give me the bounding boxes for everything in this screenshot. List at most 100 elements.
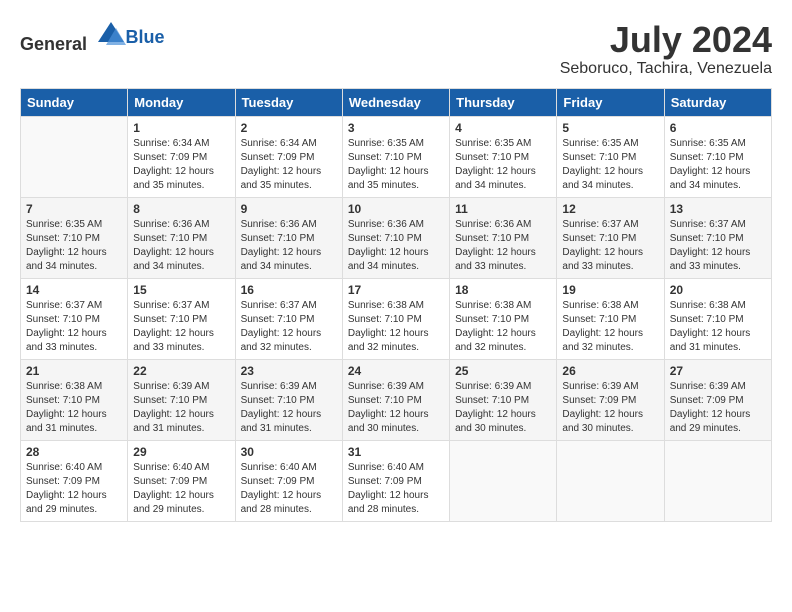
- day-number: 16: [241, 283, 337, 297]
- calendar-cell: 29 Sunrise: 6:40 AM Sunset: 7:09 PM Dayli…: [128, 440, 235, 521]
- calendar-cell: 19Sunrise: 6:38 AM Sunset: 7:10 PM Dayli…: [557, 278, 664, 359]
- calendar-cell: [450, 440, 557, 521]
- calendar-cell: 2Sunrise: 6:34 AM Sunset: 7:09 PM Daylig…: [235, 116, 342, 197]
- day-info: Sunrise: 6:40 AM Sunset: 7:09 PM Dayligh…: [26, 461, 122, 517]
- day-info: Sunrise: 6:39 AM Sunset: 7:10 PM Dayligh…: [133, 380, 229, 436]
- header-cell-sunday: Sunday: [21, 88, 128, 116]
- day-number: 12: [562, 202, 658, 216]
- day-info: Sunrise: 6:39 AM Sunset: 7:09 PM Dayligh…: [670, 380, 766, 436]
- day-number: 13: [670, 202, 766, 216]
- calendar-cell: 10 Sunrise: 6:36 AM Sunset: 7:10 PM Dayli…: [342, 197, 449, 278]
- day-info: Sunrise: 6:40 AM Sunset: 7:09 PM Dayligh…: [133, 461, 229, 517]
- day-number: 20: [670, 283, 766, 297]
- day-info: Sunrise: 6:37 AM Sunset: 7:10 PM Dayligh…: [241, 299, 337, 355]
- day-info: Sunrise: 6:38 AM Sunset: 7:10 PM Dayligh…: [562, 299, 658, 355]
- day-info: Sunrise: 6:35 AM Sunset: 7:10 PM Dayligh…: [455, 137, 551, 193]
- day-info: Sunrise: 6:39 AM Sunset: 7:10 PM Dayligh…: [348, 380, 444, 436]
- header-cell-thursday: Thursday: [450, 88, 557, 116]
- calendar-week-2: 7 Sunrise: 6:35 AM Sunset: 7:10 PM Daylig…: [21, 197, 772, 278]
- calendar-cell: 4 Sunrise: 6:35 AM Sunset: 7:10 PM Daylig…: [450, 116, 557, 197]
- logo-general: General: [20, 34, 87, 54]
- day-info: Sunrise: 6:38 AM Sunset: 7:10 PM Dayligh…: [455, 299, 551, 355]
- day-number: 23: [241, 364, 337, 378]
- day-number: 27: [670, 364, 766, 378]
- day-info: Sunrise: 6:35 AM Sunset: 7:10 PM Dayligh…: [348, 137, 444, 193]
- calendar-cell: 12 Sunrise: 6:37 AM Sunset: 7:10 PM Dayli…: [557, 197, 664, 278]
- header-cell-saturday: Saturday: [664, 88, 771, 116]
- day-number: 21: [26, 364, 122, 378]
- calendar-cell: 3 Sunrise: 6:35 AM Sunset: 7:10 PM Daylig…: [342, 116, 449, 197]
- day-number: 30: [241, 445, 337, 459]
- logo: General Blue: [20, 20, 165, 55]
- header-row: SundayMondayTuesdayWednesdayThursdayFrid…: [21, 88, 772, 116]
- day-number: 6: [670, 121, 766, 135]
- day-number: 10: [348, 202, 444, 216]
- day-info: Sunrise: 6:40 AM Sunset: 7:09 PM Dayligh…: [348, 461, 444, 517]
- calendar-cell: [557, 440, 664, 521]
- calendar-cell: 15Sunrise: 6:37 AM Sunset: 7:10 PM Dayli…: [128, 278, 235, 359]
- day-number: 7: [26, 202, 122, 216]
- day-info: Sunrise: 6:37 AM Sunset: 7:10 PM Dayligh…: [133, 299, 229, 355]
- day-info: Sunrise: 6:37 AM Sunset: 7:10 PM Dayligh…: [670, 218, 766, 274]
- header-cell-friday: Friday: [557, 88, 664, 116]
- calendar-cell: 18 Sunrise: 6:38 AM Sunset: 7:10 PM Dayli…: [450, 278, 557, 359]
- calendar-week-1: 1 Sunrise: 6:34 AM Sunset: 7:09 PM Daylig…: [21, 116, 772, 197]
- calendar-cell: 26Sunrise: 6:39 AM Sunset: 7:09 PM Dayli…: [557, 359, 664, 440]
- title-area: July 2024 Seboruco, Tachira, Venezuela: [560, 20, 772, 78]
- calendar-header: SundayMondayTuesdayWednesdayThursdayFrid…: [21, 88, 772, 116]
- calendar-cell: 20 Sunrise: 6:38 AM Sunset: 7:10 PM Dayli…: [664, 278, 771, 359]
- day-number: 22: [133, 364, 229, 378]
- calendar-cell: 24 Sunrise: 6:39 AM Sunset: 7:10 PM Dayli…: [342, 359, 449, 440]
- day-info: Sunrise: 6:39 AM Sunset: 7:09 PM Dayligh…: [562, 380, 658, 436]
- day-number: 3: [348, 121, 444, 135]
- calendar-cell: [664, 440, 771, 521]
- day-number: 17: [348, 283, 444, 297]
- day-number: 28: [26, 445, 122, 459]
- logo-icon: [96, 20, 126, 50]
- day-info: Sunrise: 6:37 AM Sunset: 7:10 PM Dayligh…: [26, 299, 122, 355]
- calendar-cell: 22 Sunrise: 6:39 AM Sunset: 7:10 PM Dayli…: [128, 359, 235, 440]
- day-number: 8: [133, 202, 229, 216]
- calendar-body: 1 Sunrise: 6:34 AM Sunset: 7:09 PM Daylig…: [21, 116, 772, 521]
- day-number: 9: [241, 202, 337, 216]
- header: General Blue July 2024 Seboruco, Tachira…: [20, 20, 772, 78]
- day-number: 5: [562, 121, 658, 135]
- day-number: 11: [455, 202, 551, 216]
- calendar-cell: [21, 116, 128, 197]
- calendar-cell: 30Sunrise: 6:40 AM Sunset: 7:09 PM Dayli…: [235, 440, 342, 521]
- calendar-cell: 23 Sunrise: 6:39 AM Sunset: 7:10 PM Dayli…: [235, 359, 342, 440]
- day-number: 4: [455, 121, 551, 135]
- calendar-week-5: 28 Sunrise: 6:40 AM Sunset: 7:09 PM Dayli…: [21, 440, 772, 521]
- day-number: 14: [26, 283, 122, 297]
- header-cell-tuesday: Tuesday: [235, 88, 342, 116]
- day-info: Sunrise: 6:36 AM Sunset: 7:10 PM Dayligh…: [455, 218, 551, 274]
- day-info: Sunrise: 6:38 AM Sunset: 7:10 PM Dayligh…: [670, 299, 766, 355]
- calendar-cell: 11 Sunrise: 6:36 AM Sunset: 7:10 PM Dayli…: [450, 197, 557, 278]
- calendar-cell: 6Sunrise: 6:35 AM Sunset: 7:10 PM Daylig…: [664, 116, 771, 197]
- calendar-cell: 17 Sunrise: 6:38 AM Sunset: 7:10 PM Dayli…: [342, 278, 449, 359]
- day-number: 18: [455, 283, 551, 297]
- calendar-cell: 25Sunrise: 6:39 AM Sunset: 7:10 PM Dayli…: [450, 359, 557, 440]
- header-cell-wednesday: Wednesday: [342, 88, 449, 116]
- day-info: Sunrise: 6:39 AM Sunset: 7:10 PM Dayligh…: [455, 380, 551, 436]
- location-title: Seboruco, Tachira, Venezuela: [560, 60, 772, 78]
- calendar-cell: 13 Sunrise: 6:37 AM Sunset: 7:10 PM Dayli…: [664, 197, 771, 278]
- day-info: Sunrise: 6:39 AM Sunset: 7:10 PM Dayligh…: [241, 380, 337, 436]
- day-info: Sunrise: 6:35 AM Sunset: 7:10 PM Dayligh…: [26, 218, 122, 274]
- calendar-cell: 7 Sunrise: 6:35 AM Sunset: 7:10 PM Daylig…: [21, 197, 128, 278]
- day-number: 1: [133, 121, 229, 135]
- logo-blue: Blue: [126, 27, 165, 48]
- calendar-cell: 8Sunrise: 6:36 AM Sunset: 7:10 PM Daylig…: [128, 197, 235, 278]
- day-info: Sunrise: 6:37 AM Sunset: 7:10 PM Dayligh…: [562, 218, 658, 274]
- day-info: Sunrise: 6:38 AM Sunset: 7:10 PM Dayligh…: [348, 299, 444, 355]
- calendar-cell: 21Sunrise: 6:38 AM Sunset: 7:10 PM Dayli…: [21, 359, 128, 440]
- day-info: Sunrise: 6:35 AM Sunset: 7:10 PM Dayligh…: [562, 137, 658, 193]
- day-info: Sunrise: 6:36 AM Sunset: 7:10 PM Dayligh…: [348, 218, 444, 274]
- day-number: 24: [348, 364, 444, 378]
- month-year-title: July 2024: [560, 20, 772, 60]
- day-number: 2: [241, 121, 337, 135]
- day-info: Sunrise: 6:34 AM Sunset: 7:09 PM Dayligh…: [133, 137, 229, 193]
- calendar-cell: 14 Sunrise: 6:37 AM Sunset: 7:10 PM Dayli…: [21, 278, 128, 359]
- calendar-cell: 5 Sunrise: 6:35 AM Sunset: 7:10 PM Daylig…: [557, 116, 664, 197]
- day-number: 29: [133, 445, 229, 459]
